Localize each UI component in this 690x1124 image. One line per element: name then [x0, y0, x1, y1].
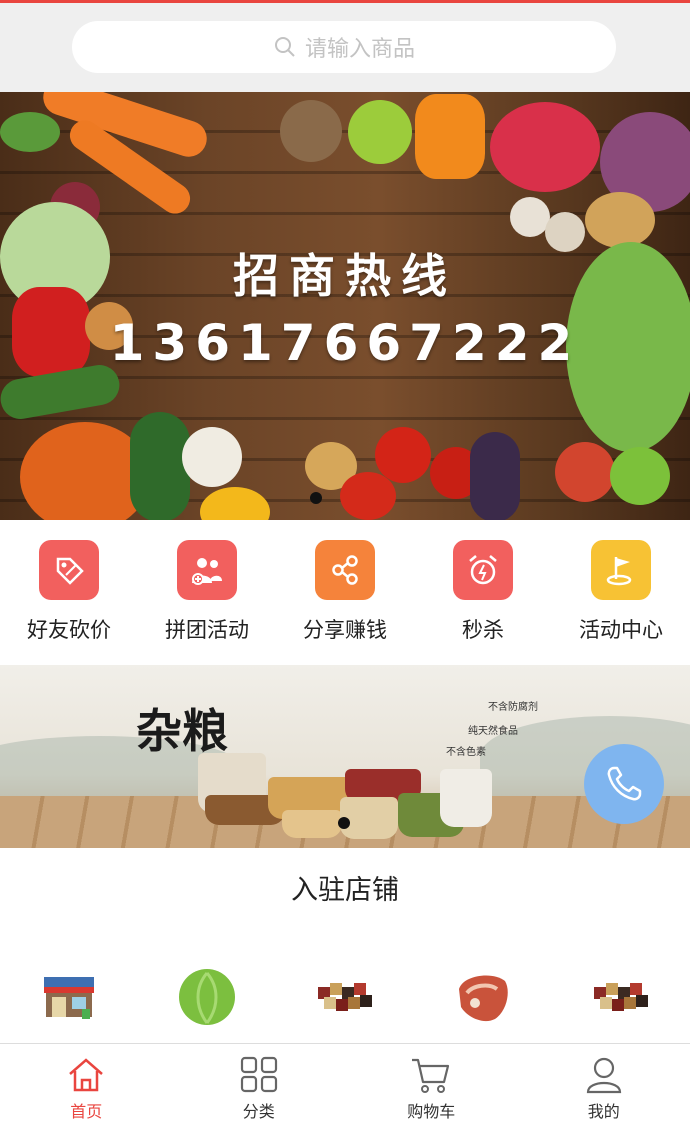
feature-menu: 好友砍价 拼团活动 分享赚钱 秒杀 活动中心: [0, 522, 690, 662]
store-list: [0, 962, 690, 1032]
tab-label: 首页: [70, 1102, 103, 1121]
menu-item-flash-sale[interactable]: 秒杀: [414, 522, 552, 662]
user-icon: [586, 1057, 621, 1094]
tab-label: 我的: [587, 1102, 620, 1121]
menu-item-group-buy[interactable]: 拼团活动: [138, 522, 276, 662]
menu-label: 分享赚钱: [303, 618, 387, 642]
search-placeholder: 请输入商品: [304, 37, 415, 62]
zucchini-decoration: [130, 412, 190, 520]
menu-label: 秒杀: [462, 618, 504, 642]
store-item[interactable]: [414, 962, 552, 1032]
tab-profile[interactable]: 我的: [518, 1044, 690, 1124]
eggplant-decoration: [470, 432, 520, 520]
tab-home[interactable]: 首页: [0, 1044, 173, 1124]
bargain-tag-icon: [39, 540, 99, 600]
menu-label: 拼团活动: [165, 618, 249, 642]
search-icon: [274, 37, 295, 57]
store-item[interactable]: [552, 962, 690, 1032]
tab-cart[interactable]: 购物车: [345, 1044, 518, 1124]
menu-item-bargain[interactable]: 好友砍价: [0, 522, 138, 662]
menu-item-share[interactable]: 分享赚钱: [276, 522, 414, 662]
grain-basket: [282, 810, 342, 838]
mixed-grains-icon: [594, 983, 648, 1011]
tab-label: 购物车: [407, 1102, 456, 1121]
cart-icon: [412, 1058, 450, 1093]
promo-title: 杂粮: [136, 704, 228, 758]
garlic-decoration: [182, 427, 242, 487]
promo-tag: 不含色素: [446, 747, 486, 758]
header: 请输入商品: [0, 3, 690, 92]
phone-icon: [607, 766, 642, 801]
apple-decoration: [555, 442, 615, 502]
storefront-icon: [44, 977, 94, 1019]
carousel-indicator[interactable]: [310, 492, 322, 504]
mixed-grains-icon: [318, 983, 372, 1011]
grain-basket: [440, 769, 492, 827]
section-title-stores: 入驻店铺: [291, 875, 399, 906]
call-button[interactable]: [584, 744, 664, 824]
grid-icon: [240, 1056, 277, 1093]
promo-tag: 纯天然食品: [468, 726, 518, 737]
apple-decoration: [610, 447, 670, 505]
menu-label: 好友砍价: [27, 618, 111, 642]
alarm-clock-icon: [453, 540, 513, 600]
meat-steak-icon: [459, 975, 508, 1022]
bottom-tab-bar: 首页 分类 购物车 我的: [0, 1043, 690, 1124]
home-icon: [69, 1058, 104, 1092]
menu-item-activity-center[interactable]: 活动中心: [552, 522, 690, 662]
flag-icon: [591, 540, 651, 600]
search-input[interactable]: 请输入商品: [72, 21, 616, 73]
tab-category[interactable]: 分类: [173, 1044, 346, 1124]
apple-decoration: [348, 100, 412, 164]
cabbage-icon: [179, 969, 235, 1025]
carousel-indicator[interactable]: [338, 817, 350, 829]
pepper-decoration: [415, 94, 485, 179]
store-item[interactable]: [138, 962, 276, 1032]
cucumber-decoration: [0, 112, 60, 152]
banner-title: 招商热线: [233, 249, 457, 303]
store-item[interactable]: [0, 962, 138, 1032]
tomato-decoration: [340, 472, 396, 520]
menu-label: 活动中心: [579, 618, 663, 642]
group-users-icon: [177, 540, 237, 600]
banner-carousel[interactable]: 招商热线 13617667222: [0, 92, 690, 520]
banner-phone: 13617667222: [109, 314, 581, 372]
store-item[interactable]: [276, 962, 414, 1032]
promo-banner-grains[interactable]: 杂粮 不含防腐剂 纯天然食品 不含色素: [0, 665, 690, 848]
tab-label: 分类: [242, 1102, 275, 1121]
radish-decoration: [490, 102, 600, 192]
mushroom-decoration: [510, 197, 550, 237]
share-icon: [315, 540, 375, 600]
potato-decoration: [280, 100, 342, 162]
promo-tag: 不含防腐剂: [488, 702, 538, 713]
tomato-decoration: [375, 427, 431, 483]
grain-basket: [340, 797, 398, 839]
